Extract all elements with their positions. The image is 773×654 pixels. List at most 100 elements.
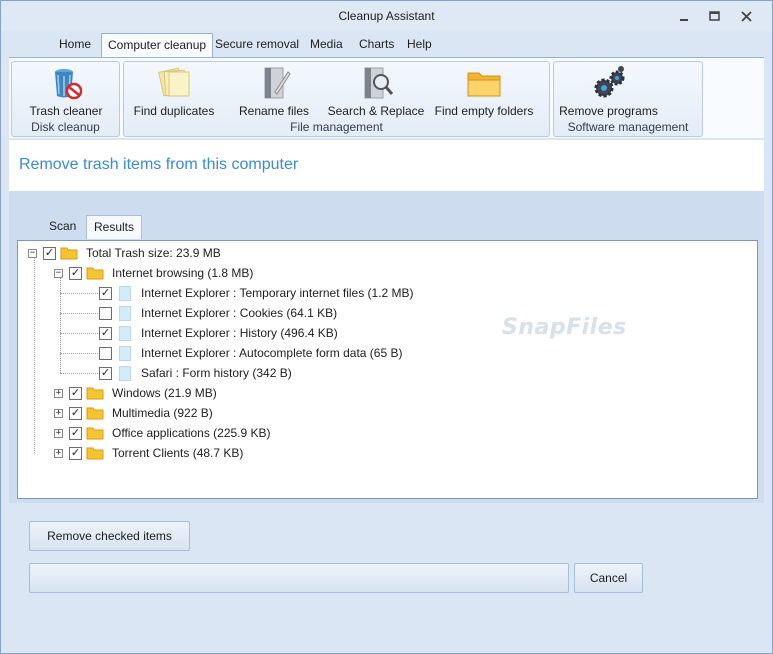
- tree-node-torrent-clients[interactable]: + ✓ Torrent Clients (48.7 KB): [54, 443, 243, 463]
- title-bar: Cleanup Assistant: [1, 1, 772, 31]
- checkbox-safari-form-history[interactable]: ✓: [99, 366, 112, 380]
- search-replace-button[interactable]: Search & Replace: [326, 64, 426, 118]
- rename-files-button[interactable]: Rename files: [230, 64, 318, 118]
- check-mark-icon: ✓: [100, 286, 111, 299]
- window-title: Cleanup Assistant: [338, 9, 435, 23]
- tree-node-root[interactable]: − ✓ Total Trash size: 23.9 MB: [28, 243, 221, 263]
- find-duplicates-button[interactable]: Find duplicates: [130, 64, 218, 118]
- collapse-toggle[interactable]: −: [28, 248, 37, 258]
- tab-scan[interactable]: Scan: [42, 215, 83, 239]
- check-mark-icon: ✓: [70, 446, 81, 459]
- tree-node-ie-autocomplete[interactable]: Internet Explorer : Autocomplete form da…: [99, 343, 402, 363]
- check-mark-icon: ✓: [44, 246, 55, 259]
- checkbox-ie-autocomplete[interactable]: [99, 346, 112, 360]
- group-file-management: Find duplicates Rename files Search & Re…: [123, 61, 550, 137]
- minimize-button[interactable]: [671, 5, 697, 27]
- remove-programs-button[interactable]: Remove programs: [556, 64, 661, 118]
- expand-toggle[interactable]: +: [54, 408, 63, 418]
- tree-node-internet-browsing[interactable]: − ✓ Internet browsing (1.8 MB): [54, 263, 253, 283]
- checkbox-root[interactable]: ✓: [43, 246, 56, 260]
- file-icon: [119, 305, 131, 321]
- tree-node-label: Internet browsing (1.8 MB): [112, 266, 254, 280]
- find-duplicates-label: Find duplicates: [133, 104, 215, 118]
- tree-node-ie-history[interactable]: ✓ Internet Explorer : History (496.4 KB): [99, 323, 338, 343]
- tab-results[interactable]: Results: [86, 215, 143, 239]
- menu-secure-removal[interactable]: Secure removal: [209, 33, 305, 57]
- page-title: Remove trash items from this computer: [19, 156, 299, 173]
- maximize-icon: [708, 11, 720, 21]
- tree-node-label: Safari : Form history (342 B): [141, 366, 292, 380]
- expand-toggle[interactable]: +: [54, 448, 63, 458]
- file-icon: [119, 285, 131, 301]
- tree-node-office-applications[interactable]: + ✓ Office applications (225.9 KB): [54, 423, 271, 443]
- folder-icon: [86, 267, 104, 280]
- checkbox-office-applications[interactable]: ✓: [69, 426, 82, 440]
- checkbox-ie-cookies[interactable]: [99, 306, 112, 320]
- tree-node-safari-form-history[interactable]: ✓ Safari : Form history (342 B): [99, 363, 292, 383]
- expand-toggle[interactable]: +: [54, 428, 63, 438]
- tree-node-label: Multimedia (922 B): [112, 406, 213, 420]
- group-software-management: Remove programs Software management: [553, 61, 703, 137]
- tree-connector: [60, 333, 100, 334]
- check-mark-icon: ✓: [70, 266, 81, 279]
- checkbox-torrent-clients[interactable]: ✓: [69, 446, 82, 460]
- tree-connector: [60, 293, 100, 294]
- folder-icon: [86, 427, 104, 440]
- maximize-button[interactable]: [701, 5, 727, 27]
- checkbox-multimedia[interactable]: ✓: [69, 406, 82, 420]
- file-icon: [119, 365, 131, 381]
- menu-bar: Home Computer cleanup Secure removal Med…: [9, 33, 764, 58]
- menu-charts[interactable]: Charts: [353, 33, 400, 57]
- checkbox-internet-browsing[interactable]: ✓: [69, 266, 82, 280]
- tree-node-label: Total Trash size: 23.9 MB: [86, 246, 221, 260]
- file-icon: [119, 325, 131, 341]
- checkbox-ie-temp-files[interactable]: ✓: [99, 286, 112, 300]
- trash-cleaner-button[interactable]: Trash cleaner: [16, 64, 116, 118]
- find-empty-folders-button[interactable]: Find empty folders: [429, 64, 539, 118]
- checkbox-windows[interactable]: ✓: [69, 386, 82, 400]
- tree-node-label: Internet Explorer : Cookies (64.1 KB): [141, 306, 338, 320]
- tree-node-ie-cookies[interactable]: Internet Explorer : Cookies (64.1 KB): [99, 303, 337, 323]
- checkbox-ie-history[interactable]: ✓: [99, 326, 112, 340]
- results-panel: Scan Results SnapFiles − ✓ Total Trash s…: [9, 191, 764, 503]
- menu-home[interactable]: Home: [53, 33, 97, 57]
- expand-toggle[interactable]: +: [54, 388, 63, 398]
- tree-connector: [60, 277, 61, 373]
- remove-checked-items-button[interactable]: Remove checked items: [29, 521, 190, 551]
- tree-connector: [34, 257, 35, 453]
- file-icon: [119, 345, 131, 361]
- menu-computer-cleanup[interactable]: Computer cleanup: [101, 33, 214, 58]
- folder-icon: [86, 447, 104, 460]
- trash-cleaner-icon: [55, 69, 83, 100]
- find-empty-folders-label: Find empty folders: [434, 104, 534, 118]
- empty-folder-icon: [467, 72, 501, 97]
- rename-files-label: Rename files: [238, 104, 310, 118]
- app-window: Cleanup Assistant Home Computer cleanup …: [0, 0, 773, 654]
- group-disk-cleanup: Trash cleaner Disk cleanup: [11, 61, 120, 137]
- tree-connector: [60, 373, 100, 374]
- folder-icon: [60, 247, 78, 260]
- action-bar: Remove checked items Cancel: [9, 503, 764, 643]
- page-header: Remove trash items from this computer: [9, 139, 764, 191]
- duplicate-documents-icon: [158, 67, 190, 97]
- ribbon: Trash cleaner Disk cleanup Find duplicat…: [9, 57, 764, 138]
- tree-connector: [60, 313, 100, 314]
- menu-media[interactable]: Media: [304, 33, 349, 57]
- tree-node-multimedia[interactable]: + ✓ Multimedia (922 B): [54, 403, 213, 423]
- check-mark-icon: ✓: [100, 326, 111, 339]
- close-button[interactable]: [733, 5, 759, 27]
- tree-node-label: Internet Explorer : History (496.4 KB): [141, 326, 338, 340]
- group-label-software-management: Software management: [567, 120, 689, 134]
- tree-node-ie-temp-files[interactable]: ✓ Internet Explorer : Temporary internet…: [99, 283, 414, 303]
- check-mark-icon: ✓: [100, 366, 111, 379]
- remove-programs-label: Remove programs: [559, 104, 658, 118]
- results-tree[interactable]: SnapFiles − ✓ Total Trash size: 23.9 MB …: [17, 240, 758, 499]
- menu-help[interactable]: Help: [401, 33, 438, 57]
- check-mark-icon: ✓: [70, 386, 81, 399]
- cancel-button[interactable]: Cancel: [574, 563, 643, 593]
- collapse-toggle[interactable]: −: [54, 268, 63, 278]
- tree-node-windows[interactable]: + ✓ Windows (21.9 MB): [54, 383, 217, 403]
- check-mark-icon: ✓: [70, 426, 81, 439]
- tree-node-label: Internet Explorer : Temporary internet f…: [141, 286, 414, 300]
- snapfiles-watermark: SnapFiles: [502, 315, 627, 340]
